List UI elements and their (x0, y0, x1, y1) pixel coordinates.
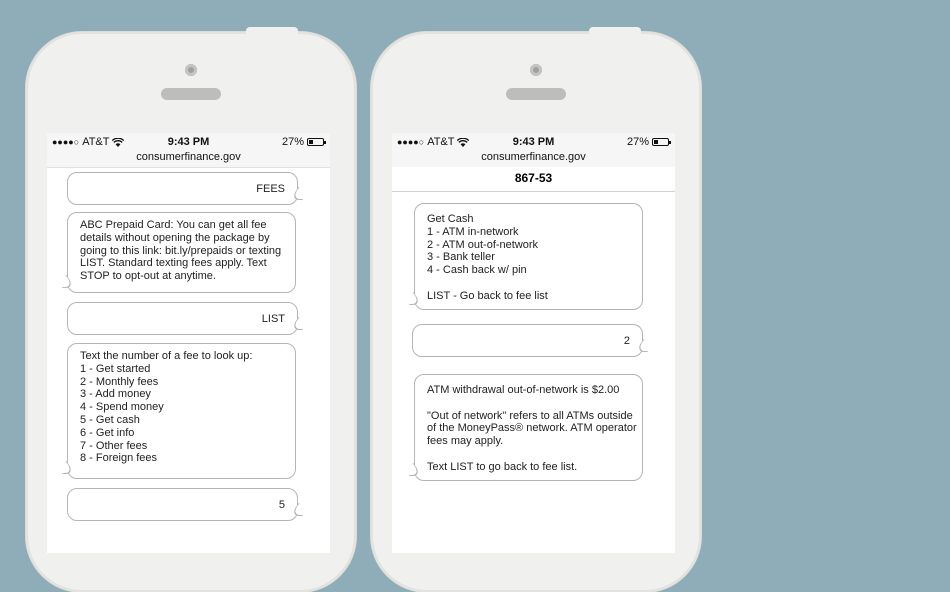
status-bar: ●●●●○ AT&T 9:43 PM 27% consumerfinance.g… (392, 133, 675, 167)
message-bubble-received: Get Cash 1 - ATM in-network 2 - ATM out-… (400, 203, 643, 310)
message-text: 1 - ATM in-network (427, 225, 519, 238)
bubble-tail (53, 275, 76, 288)
message-text: Text the number of a fee to look up: (80, 350, 253, 362)
message-text: 4 - Spend money (80, 401, 164, 414)
message-text: LIST - Go back to fee list (427, 289, 548, 302)
message-text (427, 397, 630, 410)
front-camera (530, 64, 542, 76)
bubble-tail (400, 292, 423, 305)
status-bar: ●●●●○ AT&T 9:43 PM 27% consumerfinance.g… (47, 133, 330, 168)
battery-indicator: 27% (626, 136, 671, 148)
front-camera (185, 64, 197, 76)
message-text (427, 277, 630, 290)
message-text: ABC Prepaid Card: You can get all fee (80, 219, 267, 231)
message-text: 2 (623, 335, 630, 347)
message-text (427, 448, 630, 461)
phone-screen: ●●●●○ AT&T 9:43 PM 27% consumerfinance.g… (392, 133, 675, 553)
message-text: LIST. Standard texting fees apply. Text (80, 257, 267, 270)
message-text: 2 - ATM out-of-network (427, 238, 539, 251)
message-text: 3 - Add money (80, 388, 151, 401)
message-text: STOP to opt-out at anytime. (80, 270, 216, 283)
battery-icon (652, 138, 671, 146)
message-bubble-received: ABC Prepaid Card: You can get all fee de… (53, 212, 296, 293)
bubble-tail (289, 317, 312, 330)
message-bubble-sent: FEES (67, 172, 312, 205)
message-text: "Out of network" refers to all ATMs outs… (427, 409, 633, 422)
phone-screen: ●●●●○ AT&T 9:43 PM 27% consumerfinance.g… (47, 133, 330, 553)
message-text: 6 - Get info (80, 426, 135, 439)
bubble-tail (634, 339, 657, 352)
message-bubble-received: ATM withdrawal out-of-network is $2.00 "… (400, 374, 643, 481)
message-bubble-received: Text the number of a fee to look up: 1 -… (53, 343, 296, 479)
power-button (589, 27, 641, 35)
message-text: 2 - Monthly fees (80, 375, 159, 388)
message-bubble-sent: 5 (67, 488, 312, 521)
message-text: of the MoneyPass® network. ATM operator (427, 422, 637, 435)
message-text: 1 - Get started (80, 362, 151, 375)
message-text: ATM withdrawal out-of-network is $2.00 (427, 384, 620, 396)
message-text: FEES (256, 183, 285, 195)
url-label[interactable]: consumerfinance.gov (392, 151, 675, 163)
message-bubble-sent: LIST (67, 302, 312, 335)
message-text: fees may apply. (427, 435, 504, 448)
message-bubble-sent: 2 (412, 324, 657, 357)
earpiece-speaker (506, 88, 566, 100)
earpiece-speaker (161, 88, 221, 100)
message-text: 7 - Other fees (80, 439, 148, 452)
battery-percent: 27% (626, 136, 649, 148)
message-text: LIST (261, 313, 285, 325)
bubble-tail (289, 187, 312, 200)
message-text: 3 - Bank teller (427, 251, 495, 264)
message-text: Text LIST to go back to fee list. (427, 460, 578, 473)
phone-right: ●●●●○ AT&T 9:43 PM 27% consumerfinance.g… (371, 27, 701, 592)
battery-percent: 27% (281, 136, 304, 148)
battery-icon (307, 138, 326, 146)
url-label[interactable]: consumerfinance.gov (47, 151, 330, 163)
battery-indicator: 27% (281, 136, 326, 148)
message-text: 4 - Cash back w/ pin (427, 264, 527, 277)
conversation-title: 867-53 (392, 167, 675, 192)
message-text: details without opening the package by (80, 231, 270, 244)
message-text: 5 - Get cash (80, 413, 140, 426)
message-text: going to this link: bit.ly/prepaids or t… (80, 244, 282, 257)
bubble-tail (289, 503, 312, 516)
bubble-tail (53, 461, 76, 474)
message-text: Get Cash (427, 213, 474, 225)
message-text: 8 - Foreign fees (80, 452, 158, 465)
bubble-tail (400, 463, 423, 476)
phone-left: ●●●●○ AT&T 9:43 PM 27% consumerfinance.g… (26, 27, 356, 592)
power-button (246, 27, 298, 35)
message-text: 5 (278, 499, 285, 511)
